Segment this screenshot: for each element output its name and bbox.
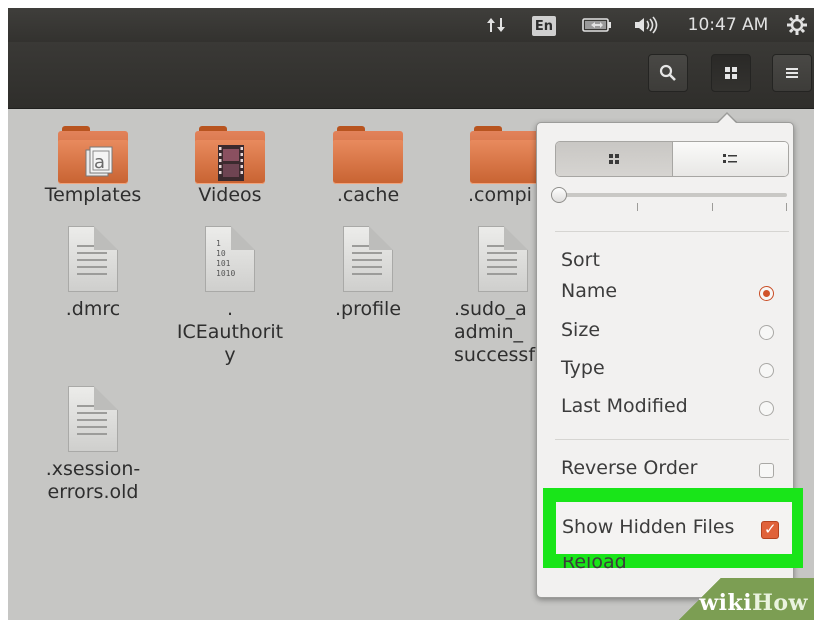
sort-size-radio[interactable] bbox=[759, 325, 774, 340]
zoom-slider-knob[interactable] bbox=[551, 187, 567, 203]
file-name: .cache bbox=[336, 184, 400, 206]
view-options-button[interactable] bbox=[711, 54, 751, 92]
grid-icon bbox=[608, 154, 619, 164]
show-hidden-files-checkbox[interactable] bbox=[761, 520, 779, 539]
text-document-icon bbox=[68, 386, 118, 452]
file-item-xsession-errors-old[interactable]: .xsession- errors.old bbox=[28, 386, 158, 504]
text-document-icon bbox=[478, 226, 528, 292]
binary-file-icon: 1 10 101 1010 bbox=[205, 226, 255, 292]
sort-option-last-modified[interactable]: Last Modified bbox=[561, 395, 688, 417]
file-name: .profile bbox=[334, 298, 402, 320]
text-document-icon bbox=[343, 226, 393, 292]
slider-tick bbox=[637, 203, 638, 211]
file-item-iceauthority[interactable]: 1 10 101 1010 . ICEauthorit y bbox=[165, 226, 295, 367]
wikihow-watermark: wikiHow bbox=[678, 578, 814, 620]
file-name: . ICEauthorit y bbox=[176, 298, 284, 366]
battery-icon[interactable] bbox=[580, 8, 614, 42]
file-name: .compi bbox=[468, 184, 532, 206]
search-button[interactable] bbox=[648, 54, 688, 92]
list-view-button[interactable] bbox=[672, 142, 788, 176]
keyboard-layout-indicator[interactable]: En bbox=[532, 16, 556, 36]
search-icon bbox=[659, 64, 676, 81]
menu-button[interactable] bbox=[772, 54, 812, 92]
file-item-cache[interactable]: .cache bbox=[303, 126, 433, 207]
folder-icon bbox=[470, 126, 540, 184]
file-item-sudo-admin-successful[interactable]: .sudo_a admin_ successf bbox=[440, 226, 536, 367]
folder-templates-icon: a bbox=[58, 126, 128, 184]
reload-menu-item[interactable]: Reload bbox=[562, 557, 627, 571]
zoom-slider-track[interactable] bbox=[563, 193, 787, 197]
file-item-profile[interactable]: .profile bbox=[303, 226, 433, 321]
slider-tick bbox=[712, 203, 713, 211]
volume-icon[interactable] bbox=[632, 8, 662, 42]
file-item-videos[interactable]: Videos bbox=[165, 126, 295, 207]
sort-name-radio[interactable] bbox=[759, 286, 774, 301]
file-item-templates[interactable]: a Templates bbox=[28, 126, 158, 207]
folder-videos-icon bbox=[195, 126, 265, 184]
sort-option-name[interactable]: Name bbox=[561, 280, 617, 302]
file-manager-window: En 10:47 AM a Templates Videos .cache .c… bbox=[8, 8, 814, 620]
slider-tick bbox=[786, 203, 787, 211]
file-item-compiz[interactable]: .compi bbox=[440, 126, 540, 207]
sort-last-modified-radio[interactable] bbox=[759, 401, 774, 416]
folder-icon bbox=[333, 126, 403, 184]
power-gear-icon[interactable] bbox=[784, 8, 810, 42]
divider bbox=[555, 439, 789, 440]
file-name: .sudo_a admin_ successf bbox=[454, 298, 536, 366]
divider bbox=[555, 231, 789, 232]
file-name: Videos bbox=[198, 184, 262, 206]
reverse-order-checkbox[interactable] bbox=[759, 463, 774, 478]
popover-arrow-fill bbox=[717, 114, 737, 124]
show-hidden-files-label[interactable]: Show Hidden Files bbox=[562, 516, 734, 538]
hamburger-menu-icon bbox=[786, 68, 798, 78]
sort-option-size[interactable]: Size bbox=[561, 319, 600, 341]
grid-icon bbox=[725, 67, 737, 79]
network-arrows-icon[interactable] bbox=[484, 8, 508, 42]
clock[interactable]: 10:47 AM bbox=[682, 8, 774, 42]
file-manager-header-bar bbox=[8, 42, 814, 109]
view-mode-toggle bbox=[555, 141, 789, 177]
file-name: .dmrc bbox=[65, 298, 121, 320]
text-document-icon bbox=[68, 226, 118, 292]
file-item-dmrc[interactable]: .dmrc bbox=[28, 226, 158, 321]
file-name: Templates bbox=[44, 184, 142, 206]
icon-view-button[interactable] bbox=[556, 142, 673, 176]
system-top-panel: En 10:47 AM bbox=[8, 8, 814, 42]
sort-type-radio[interactable] bbox=[759, 363, 774, 378]
list-icon bbox=[723, 154, 738, 163]
reverse-order-label[interactable]: Reverse Order bbox=[561, 457, 697, 479]
file-name: .xsession- errors.old bbox=[45, 458, 141, 503]
wikihow-logo: wikiHow bbox=[699, 590, 808, 616]
sort-heading: Sort bbox=[561, 249, 600, 271]
sort-option-type[interactable]: Type bbox=[561, 357, 605, 379]
